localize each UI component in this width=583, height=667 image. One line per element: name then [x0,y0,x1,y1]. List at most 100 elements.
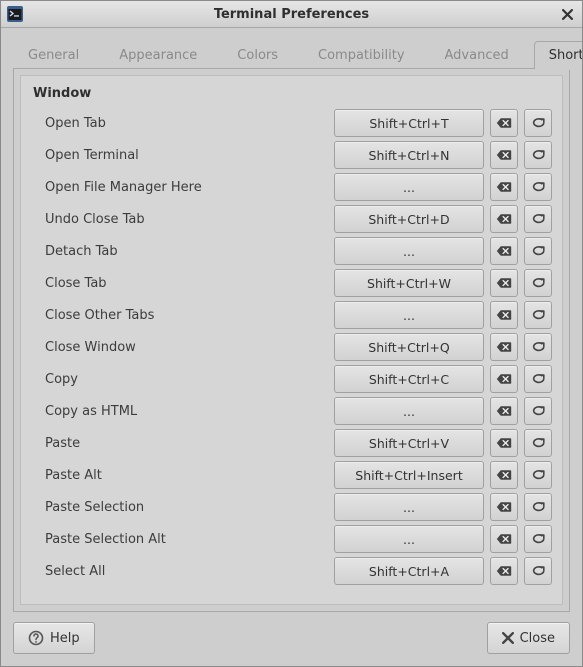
shortcut-clear-button[interactable] [490,301,518,329]
backspace-icon [496,245,512,257]
shortcut-clear-button[interactable] [490,525,518,553]
shortcut-reset-button[interactable] [524,493,552,521]
shortcut-accel-button[interactable]: Shift+Ctrl+D [334,205,484,233]
shortcut-reset-button[interactable] [524,173,552,201]
shortcut-reset-button[interactable] [524,397,552,425]
shortcut-reset-button[interactable] [524,429,552,457]
undo-icon [530,373,546,385]
backspace-icon [496,309,512,321]
shortcut-clear-button[interactable] [490,141,518,169]
shortcut-row: Paste Selection... [21,491,560,523]
shortcut-accel-button[interactable]: Shift+Ctrl+N [334,141,484,169]
tab-compatibility[interactable]: Compatibility [303,41,420,69]
shortcut-reset-button[interactable] [524,205,552,233]
shortcut-accel-button[interactable]: Shift+Ctrl+Insert [334,461,484,489]
shortcut-row: Close Other Tabs... [21,299,560,331]
shortcut-accel-button[interactable]: ... [334,301,484,329]
tab-advanced[interactable]: Advanced [430,41,524,69]
shortcut-reset-button[interactable] [524,109,552,137]
shortcut-clear-button[interactable] [490,173,518,201]
shortcut-accel-button[interactable]: Shift+Ctrl+Q [334,333,484,361]
shortcut-row: Close WindowShift+Ctrl+Q [21,331,560,363]
undo-icon [530,565,546,577]
backspace-icon [496,437,512,449]
shortcut-panel: Window Open TabShift+Ctrl+TOpen Terminal… [20,75,563,605]
shortcut-accel-button[interactable]: Shift+Ctrl+A [334,557,484,585]
shortcut-reset-button[interactable] [524,461,552,489]
shortcut-row: CopyShift+Ctrl+C [21,363,560,395]
shortcut-scroll-area[interactable]: Window Open TabShift+Ctrl+TOpen Terminal… [21,76,562,604]
shortcut-clear-button[interactable] [490,557,518,585]
shortcut-reset-button[interactable] [524,237,552,265]
undo-icon [530,533,546,545]
shortcut-clear-button[interactable] [490,333,518,361]
tab-colors[interactable]: Colors [222,41,293,69]
tab-label: Appearance [119,48,197,63]
shortcut-accel-text: Shift+Ctrl+D [368,212,449,227]
tab-content: Window Open TabShift+Ctrl+TOpen Terminal… [13,69,570,612]
backspace-icon [496,341,512,353]
backspace-icon [496,213,512,225]
shortcut-reset-button[interactable] [524,269,552,297]
shortcut-accel-button[interactable]: ... [334,525,484,553]
shortcut-accel-button[interactable]: ... [334,493,484,521]
tab-label: Advanced [445,48,509,63]
shortcut-clear-button[interactable] [490,269,518,297]
help-button[interactable]: Help [13,622,95,654]
close-icon [562,9,573,20]
shortcut-clear-button[interactable] [490,365,518,393]
shortcut-accel-button[interactable]: ... [334,173,484,201]
shortcut-accel-button[interactable]: Shift+Ctrl+T [334,109,484,137]
tab-label: Colors [237,48,278,63]
shortcut-row: Paste AltShift+Ctrl+Insert [21,459,560,491]
preferences-window: Terminal Preferences General Appearance … [0,0,583,667]
shortcut-accel-text: ... [403,244,415,259]
shortcut-accel-button[interactable]: Shift+Ctrl+V [334,429,484,457]
shortcut-reset-button[interactable] [524,141,552,169]
tab-appearance[interactable]: Appearance [104,41,212,69]
undo-icon [530,437,546,449]
tab-shortcuts[interactable]: Shortcuts [534,41,582,69]
shortcut-accel-text: ... [403,180,415,195]
undo-icon [530,149,546,161]
shortcut-clear-button[interactable] [490,429,518,457]
shortcut-accel-button[interactable]: Shift+Ctrl+C [334,365,484,393]
shortcut-accel-button[interactable]: Shift+Ctrl+W [334,269,484,297]
backspace-icon [496,181,512,193]
window-close-button[interactable] [558,5,576,23]
undo-icon [530,341,546,353]
undo-icon [530,309,546,321]
shortcut-accel-button[interactable]: ... [334,237,484,265]
shortcut-label: Undo Close Tab [45,212,328,227]
shortcut-clear-button[interactable] [490,461,518,489]
backspace-icon [496,117,512,129]
shortcut-clear-button[interactable] [490,493,518,521]
tab-label: Shortcuts [549,48,582,63]
shortcut-accel-text: ... [403,532,415,547]
undo-icon [530,405,546,417]
close-button[interactable]: Close [487,622,570,654]
shortcut-accel-button[interactable]: ... [334,397,484,425]
undo-icon [530,277,546,289]
shortcut-reset-button[interactable] [524,333,552,361]
dialog-body: General Appearance Colors Compatibility … [1,28,582,666]
shortcut-accel-text: Shift+Ctrl+Insert [355,468,462,483]
shortcut-reset-button[interactable] [524,525,552,553]
shortcut-clear-button[interactable] [490,237,518,265]
shortcut-clear-button[interactable] [490,397,518,425]
undo-icon [530,181,546,193]
dialog-footer: Help Close [13,612,570,654]
shortcut-label: Close Tab [45,276,328,291]
shortcut-label: Detach Tab [45,244,328,259]
tab-general[interactable]: General [13,41,94,69]
shortcut-row: Open TerminalShift+Ctrl+N [21,139,560,171]
shortcut-label: Copy as HTML [45,404,328,419]
shortcut-clear-button[interactable] [490,109,518,137]
shortcut-reset-button[interactable] [524,365,552,393]
section-header-window: Window [21,76,560,107]
shortcut-clear-button[interactable] [490,205,518,233]
help-icon [28,630,44,646]
shortcut-reset-button[interactable] [524,557,552,585]
backspace-icon [496,277,512,289]
shortcut-reset-button[interactable] [524,301,552,329]
